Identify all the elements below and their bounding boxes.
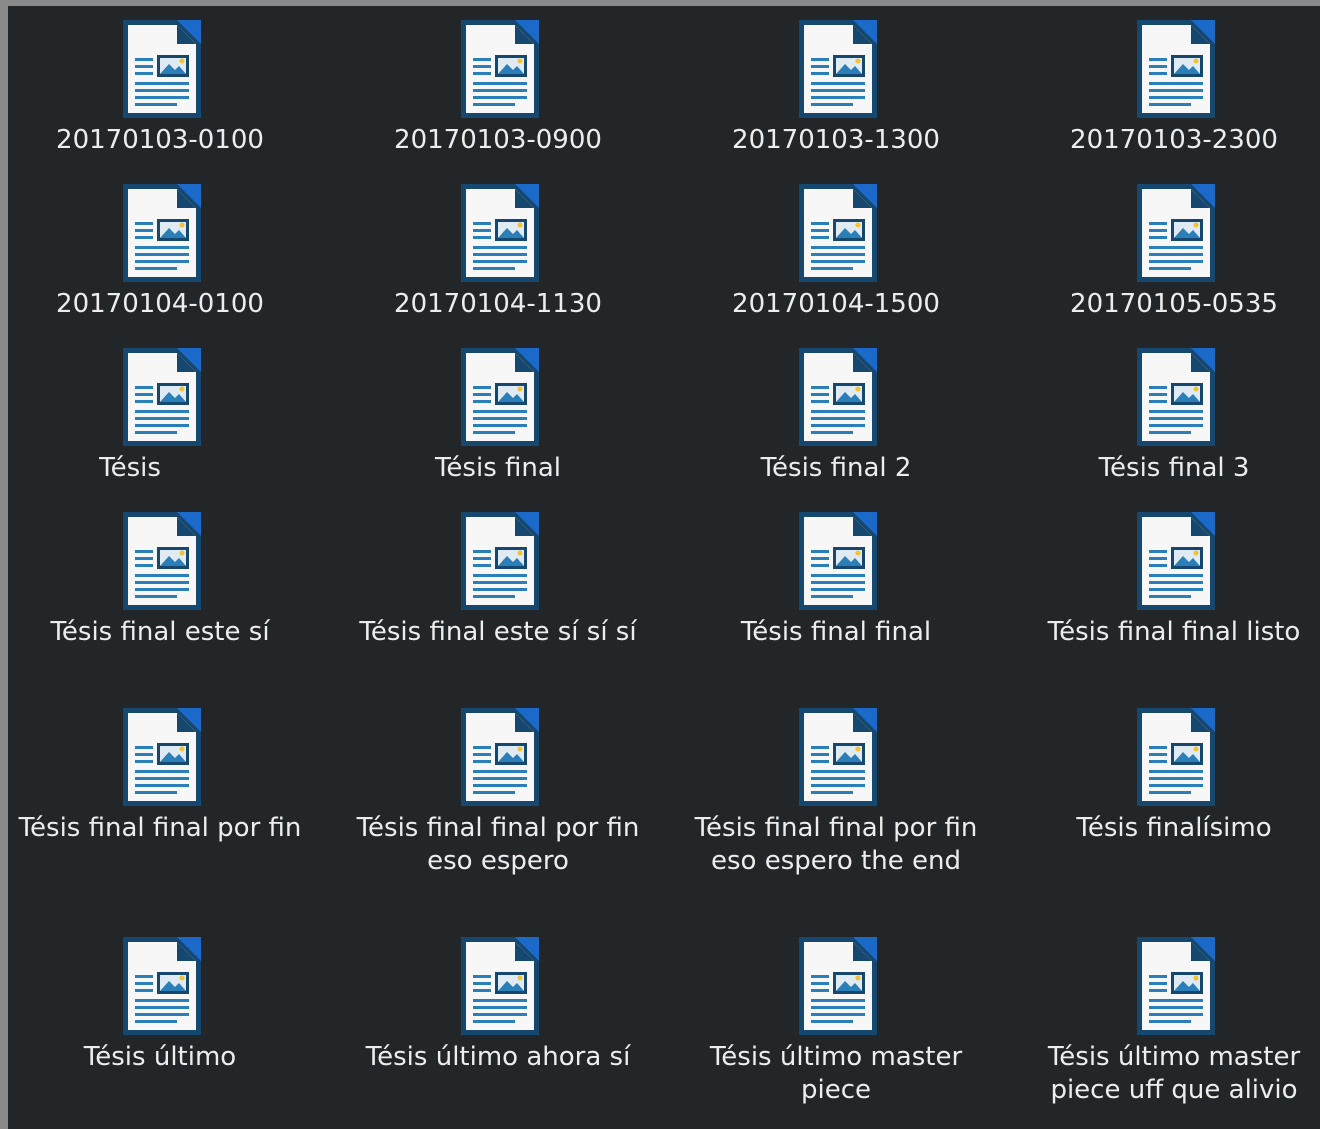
writer-document-icon (1137, 512, 1215, 610)
file-item[interactable]: 20170104-0100 (8, 178, 325, 321)
file-name: 20170104-1130 (394, 289, 602, 319)
writer-document-icon (1137, 708, 1215, 806)
file-item[interactable]: Tésis final final por fin eso espero (333, 702, 663, 878)
file-name: Tésis último master piece uff que alivio (1047, 1042, 1301, 1105)
writer-document-icon (123, 708, 201, 806)
writer-document-icon (461, 937, 539, 1035)
writer-document-icon (123, 937, 201, 1035)
file-item[interactable]: 20170103-2300 (1009, 14, 1320, 157)
file-name: Tésis final final por fin eso espero the… (694, 813, 978, 876)
file-name: Tésis último (83, 1042, 237, 1072)
writer-document-icon (799, 348, 877, 446)
writer-document-icon (799, 20, 877, 118)
file-item[interactable]: Tésis último master piece uff que alivio (1009, 931, 1320, 1107)
writer-document-icon (461, 184, 539, 282)
file-item[interactable]: 20170103-0900 (333, 14, 663, 157)
file-item[interactable]: Tésis (8, 342, 325, 485)
file-name: Tésis final 2 (760, 453, 912, 483)
file-item[interactable]: Tésis final (333, 342, 663, 485)
file-item[interactable]: Tésis final final por fin eso espero the… (671, 702, 1001, 878)
file-name: Tésis final final por fin (18, 813, 302, 843)
file-name: Tésis final este sí sí sí (359, 617, 637, 647)
file-name: Tésis final final listo (1047, 617, 1301, 647)
writer-document-icon (123, 512, 201, 610)
file-name: Tésis último ahora sí (365, 1042, 631, 1072)
file-item[interactable]: Tésis final este sí sí sí (333, 506, 663, 649)
file-item[interactable]: Tésis final final (671, 506, 1001, 649)
writer-document-icon (461, 708, 539, 806)
file-item[interactable]: Tésis finalísimo (1009, 702, 1320, 845)
file-item[interactable]: Tésis final 3 (1009, 342, 1320, 485)
writer-document-icon (123, 184, 201, 282)
file-item[interactable]: Tésis último (8, 931, 325, 1074)
writer-document-icon (799, 512, 877, 610)
file-item[interactable]: 20170105-0535 (1009, 178, 1320, 321)
file-name: Tésis final final por fin eso espero (356, 813, 640, 876)
file-manager-view: 20170103-0100 20170103-0900 20170103-130… (8, 6, 1320, 1129)
file-item[interactable]: 20170103-0100 (8, 14, 325, 157)
file-name: Tésis finalísimo (1076, 813, 1272, 843)
writer-document-icon (1137, 184, 1215, 282)
file-name: Tésis final 3 (1098, 453, 1250, 483)
file-name: Tésis (99, 453, 161, 483)
file-item[interactable]: Tésis final este sí (8, 506, 325, 649)
file-name: Tésis final final (740, 617, 932, 647)
file-name: 20170104-1500 (732, 289, 940, 319)
writer-document-icon (461, 512, 539, 610)
writer-document-icon (799, 708, 877, 806)
file-name: 20170105-0535 (1070, 289, 1278, 319)
file-item[interactable]: Tésis final 2 (671, 342, 1001, 485)
writer-document-icon (123, 20, 201, 118)
file-name: Tésis último master piece (709, 1042, 963, 1105)
file-item[interactable]: 20170103-1300 (671, 14, 1001, 157)
file-name: Tésis final este sí (50, 617, 270, 647)
file-item[interactable]: 20170104-1130 (333, 178, 663, 321)
file-name: 20170103-2300 (1070, 125, 1278, 155)
writer-document-icon (461, 348, 539, 446)
file-item[interactable]: Tésis final final por fin (8, 702, 325, 845)
writer-document-icon (1137, 20, 1215, 118)
file-name: 20170103-0900 (394, 125, 602, 155)
file-item[interactable]: Tésis último master piece (671, 931, 1001, 1107)
writer-document-icon (799, 184, 877, 282)
writer-document-icon (799, 937, 877, 1035)
file-item[interactable]: Tésis último ahora sí (333, 931, 663, 1074)
file-name: 20170103-1300 (732, 125, 940, 155)
writer-document-icon (1137, 348, 1215, 446)
file-item[interactable]: Tésis final final listo (1009, 506, 1320, 649)
file-name: 20170103-0100 (56, 125, 264, 155)
file-name: 20170104-0100 (56, 289, 264, 319)
writer-document-icon (461, 20, 539, 118)
file-name: Tésis final (434, 453, 562, 483)
writer-document-icon (1137, 937, 1215, 1035)
writer-document-icon (123, 348, 201, 446)
file-item[interactable]: 20170104-1500 (671, 178, 1001, 321)
